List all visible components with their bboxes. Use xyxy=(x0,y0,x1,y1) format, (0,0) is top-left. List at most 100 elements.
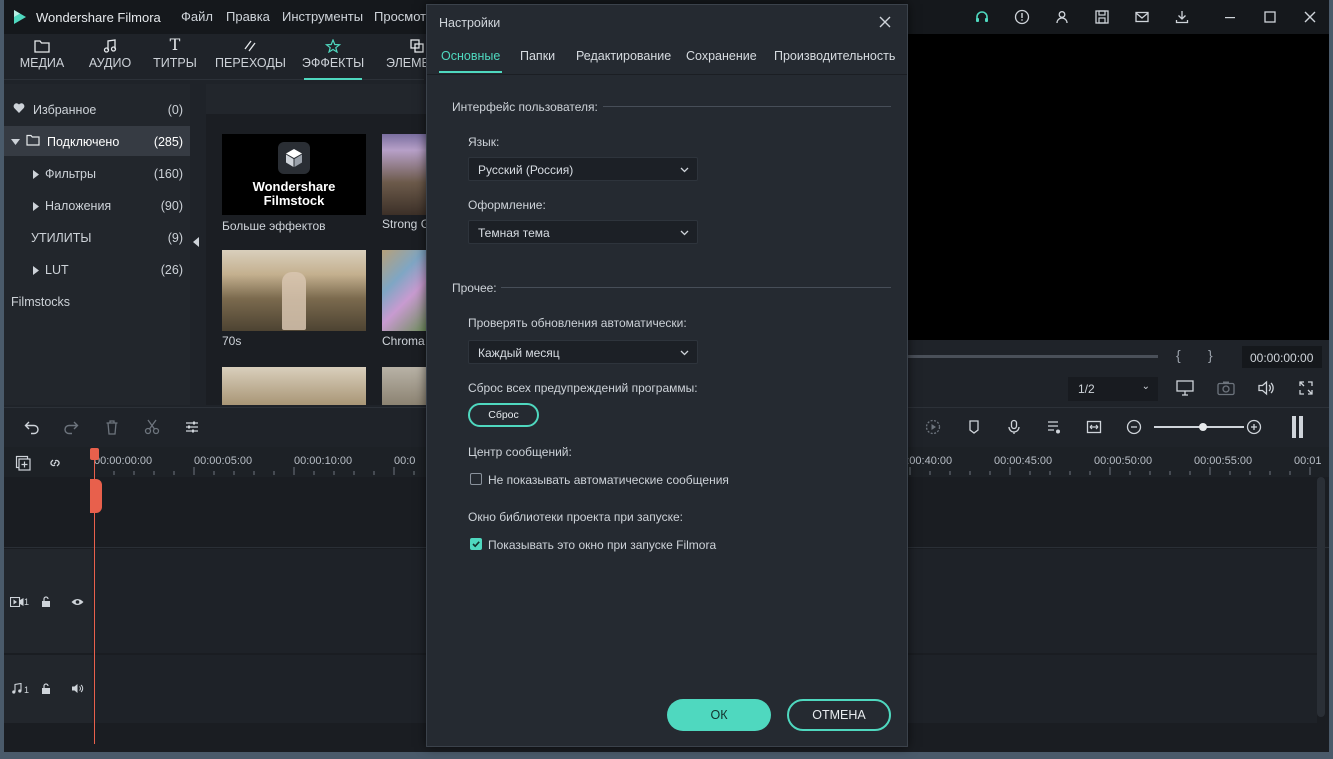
tab-effects-label: ЭФФЕКТЫ xyxy=(301,56,365,70)
zoom-slider[interactable] xyxy=(1154,423,1244,431)
cancel-button[interactable]: ОТМЕНА xyxy=(787,699,891,731)
sidebar-item-label: Избранное xyxy=(33,103,97,117)
download-icon[interactable] xyxy=(1172,7,1192,27)
lock-icon[interactable] xyxy=(41,596,51,611)
sidebar-item-label: Фильтры xyxy=(45,167,96,181)
tab-saving[interactable]: Сохранение xyxy=(686,49,757,63)
theme-select[interactable]: Темная тема xyxy=(468,220,698,244)
sidebar-item-count: (285) xyxy=(153,135,183,149)
tab-audio[interactable]: АУДИО xyxy=(75,34,145,80)
menu-tools[interactable]: Инструменты xyxy=(282,9,363,24)
tab-performance[interactable]: Производительность xyxy=(774,49,895,63)
chevron-down-icon xyxy=(680,345,689,359)
zoom-in-icon[interactable] xyxy=(1246,419,1262,438)
sidebar-item-favorites[interactable]: Избранное (0) xyxy=(4,94,190,124)
page-select-value: 1/2 xyxy=(1078,382,1095,396)
undo-icon[interactable] xyxy=(24,419,40,438)
maximize-icon[interactable] xyxy=(1260,7,1280,27)
fullscreen-icon[interactable] xyxy=(1298,380,1314,399)
zoom-out-icon[interactable] xyxy=(1126,419,1142,438)
effect-thumb[interactable] xyxy=(382,250,426,331)
delete-icon[interactable] xyxy=(104,419,120,438)
volume-icon[interactable] xyxy=(1257,380,1275,399)
effect-thumb[interactable] xyxy=(222,250,366,331)
redo-icon[interactable] xyxy=(63,419,79,438)
eye-icon[interactable] xyxy=(71,596,84,610)
menu-edit[interactable]: Правка xyxy=(226,9,270,24)
ok-button[interactable]: ОК xyxy=(667,699,771,731)
tab-editing[interactable]: Редактирование xyxy=(576,49,671,63)
page-select[interactable]: 1/2 ⌄ xyxy=(1068,377,1158,401)
marker-icon[interactable] xyxy=(966,419,982,438)
timeline-scrollbar[interactable] xyxy=(1317,477,1325,717)
info-icon[interactable] xyxy=(1012,7,1032,27)
link-icon[interactable] xyxy=(47,455,63,474)
language-select[interactable]: Русский (Россия) xyxy=(468,157,698,181)
updates-select[interactable]: Каждый месяц xyxy=(468,340,698,364)
elements-icon xyxy=(378,34,428,54)
dialog-close-icon[interactable] xyxy=(875,11,895,31)
menu-file[interactable]: Файл xyxy=(181,9,213,24)
mark-in-icon[interactable]: { xyxy=(1176,347,1181,363)
microphone-icon[interactable] xyxy=(1006,419,1022,438)
tab-elements[interactable]: ЭЛЕМЕ xyxy=(378,34,428,80)
filmstock-logo-icon xyxy=(278,142,310,174)
add-track-icon[interactable] xyxy=(15,455,31,474)
render-preview-icon[interactable] xyxy=(925,419,941,438)
sidebar-item-label: Подключено xyxy=(47,135,120,149)
tab-audio-label: АУДИО xyxy=(88,56,132,70)
minimize-icon[interactable] xyxy=(1220,7,1240,27)
tab-titles[interactable]: T ТИТРЫ xyxy=(140,34,210,80)
menu-view[interactable]: Просмот xyxy=(374,9,426,24)
tab-transitions[interactable]: ПЕРЕХОДЫ xyxy=(215,34,286,80)
messages-checkbox[interactable] xyxy=(470,473,482,485)
reset-button[interactable]: Сброс xyxy=(468,403,539,427)
headset-icon[interactable] xyxy=(972,7,992,27)
speaker-icon[interactable] xyxy=(71,683,84,697)
library-checkbox[interactable] xyxy=(470,538,482,550)
adjust-icon[interactable] xyxy=(184,419,200,438)
playhead-top[interactable] xyxy=(90,448,99,460)
zoom-slider-handle[interactable] xyxy=(1199,423,1207,431)
effect-thumb[interactable] xyxy=(382,367,426,405)
collapse-triangle-icon xyxy=(32,200,40,214)
save-icon[interactable] xyxy=(1092,7,1112,27)
cut-icon[interactable] xyxy=(144,419,160,438)
sidebar-item-utilities[interactable]: УТИЛИТЫ (9) xyxy=(4,222,190,252)
ruler-label: 00:00:05:00 xyxy=(194,455,253,467)
fit-timeline-icon[interactable] xyxy=(1086,419,1102,438)
effect-thumb[interactable] xyxy=(382,134,426,215)
thumb-label: Strong G xyxy=(382,217,426,231)
display-settings-icon[interactable] xyxy=(1176,380,1194,399)
messages-checkbox-label[interactable]: Не показывать автоматические сообщения xyxy=(488,473,729,487)
sidebar-collapse-icon[interactable] xyxy=(192,236,204,250)
effects-icon xyxy=(298,34,368,54)
library-label: Окно библиотеки проекта при запуске: xyxy=(468,510,683,524)
playhead-handle[interactable] xyxy=(90,479,102,513)
sidebar-item-lut[interactable]: LUT (26) xyxy=(4,254,190,284)
voiceover-list-icon[interactable] xyxy=(1046,419,1062,438)
title-t-icon: T xyxy=(169,35,181,54)
tab-effects[interactable]: ЭФФЕКТЫ xyxy=(298,34,368,80)
pause-bars-icon[interactable] xyxy=(1291,416,1305,441)
mark-out-icon[interactable]: } xyxy=(1208,347,1213,363)
scrubber-track[interactable] xyxy=(908,355,1158,358)
filmstock-thumb[interactable]: Wondershare Filmstock xyxy=(222,134,366,215)
library-checkbox-label[interactable]: Показывать это окно при запуске Filmora xyxy=(488,538,716,552)
lock-icon[interactable] xyxy=(41,683,51,698)
tab-media[interactable]: МЕДИА xyxy=(7,34,77,80)
app-title: Wondershare Filmora xyxy=(36,10,161,25)
sidebar-item-connected[interactable]: Подключено (285) xyxy=(4,126,190,156)
sidebar-item-filters[interactable]: Фильтры (160) xyxy=(4,158,190,188)
account-icon[interactable] xyxy=(1052,7,1072,27)
sidebar-item-filmstocks[interactable]: Filmstocks xyxy=(4,286,190,316)
tab-general[interactable]: Основные xyxy=(438,49,503,73)
tab-folders[interactable]: Папки xyxy=(520,49,555,63)
snapshot-icon[interactable] xyxy=(1217,380,1235,399)
ruler-label: 00:00:55:00 xyxy=(1194,455,1253,467)
close-window-icon[interactable] xyxy=(1300,7,1320,27)
effect-thumb[interactable] xyxy=(222,367,366,405)
mail-icon[interactable] xyxy=(1132,7,1152,27)
expand-triangle-icon xyxy=(11,136,20,150)
sidebar-item-overlays[interactable]: Наложения (90) xyxy=(4,190,190,220)
